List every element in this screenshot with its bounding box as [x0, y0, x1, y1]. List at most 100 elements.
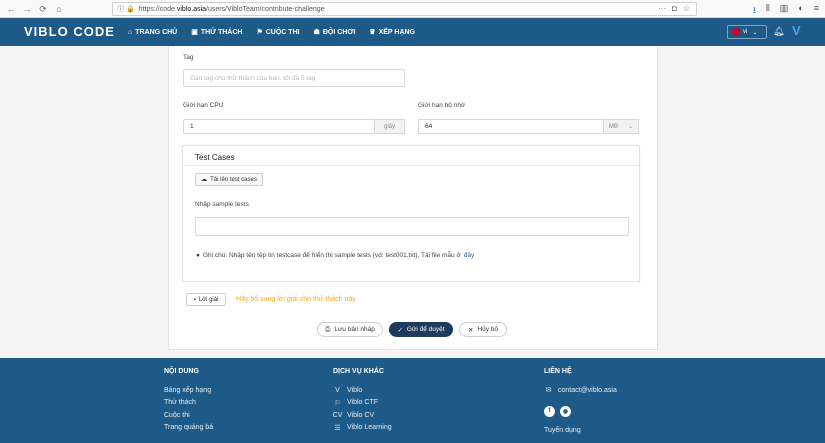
footer-link-viblo[interactable]: V Viblo [333, 384, 392, 397]
footer-link-contests[interactable]: Cuộc thi [164, 409, 213, 422]
save-draft-label: Lưu bản nháp [334, 326, 375, 333]
viblo-code-logo[interactable]: VIBLO CODE [24, 24, 115, 39]
nav-ranking-label: XẾP HẠNG [378, 28, 415, 36]
team-icon: ☗ [313, 29, 320, 36]
sample-tests-input[interactable] [195, 217, 629, 236]
viblo-label: Viblo [347, 386, 363, 394]
nav-home[interactable]: ⌂ TRANG CHỦ [128, 29, 177, 36]
footer-content-column: NỘI DUNG Bảng xếp hạng Thử thách Cuộc th… [164, 368, 213, 434]
cloud-upload-icon: ☁ [201, 177, 208, 183]
tag-label: Tag [183, 54, 194, 61]
submit-review-label: Gửi để duyệt [406, 326, 445, 333]
test-cases-title: Test Cases [195, 153, 235, 162]
draft-icon: ⎙ [325, 325, 331, 333]
cancel-label: Hủy bỏ [477, 326, 499, 333]
cancel-button[interactable]: ✕ Hủy bỏ [459, 322, 507, 337]
url-path: /users/VibloTeam/contribute-challenge [206, 5, 325, 13]
vietnam-flag-icon [732, 28, 740, 36]
footer-link-challenges[interactable]: Thử thách [164, 397, 213, 410]
lock-icon: 🔒 [126, 6, 135, 13]
ranking-icon: ♛ [369, 29, 376, 36]
footer-link-viblo-cv[interactable]: CV Viblo CV [333, 409, 392, 422]
nav-teams[interactable]: ☗ ĐỘI CHƠI [313, 28, 356, 37]
main-nav: ⌂ TRANG CHỦ ▣ THỬ THÁCH ⚑ CUỘC THI ☗ ĐỘI CHƠ… [128, 18, 415, 46]
footer-link-careers[interactable]: Tuyển dụng [544, 425, 617, 438]
footer-contact-column: LIÊN HỆ ✉ contact@viblo.asia f ◉ Tuyển dụ… [544, 368, 617, 437]
upload-test-cases-button[interactable]: ☁ Tải lên test cases [195, 173, 263, 186]
app-navbar: VIBLO CODE ⌂ TRANG CHỦ ▣ THỬ THÁCH ⚑ CUỘC T… [0, 18, 825, 46]
footer-services-column: DỊCH VỤ KHÁC V Viblo ⚐ Viblo CTF CV Viblo C… [333, 368, 392, 434]
nav-teams-label: ĐỘI CHƠI [322, 28, 356, 36]
memory-unit-select[interactable]: MB ⌄ [604, 119, 639, 134]
home-icon: ⌂ [128, 28, 133, 36]
back-icon[interactable]: ← [4, 2, 18, 16]
solution-hint: Hãy bổ sung lời giải cho thử thách này [236, 296, 356, 303]
site-info-icon[interactable]: ⓘ [117, 4, 124, 14]
contribute-form-card: Tag Gán tag cho thử thách của bạn, tối đ… [168, 46, 658, 350]
sample-tests-note: ● Ghi chú: Nhập tên tệp tin testcase để … [196, 252, 474, 259]
code-icon: ▣ [191, 29, 198, 36]
nav-contests-label: CUỘC THI [265, 28, 300, 36]
viblo-logo-icon[interactable]: V [792, 23, 801, 38]
notification-bell-icon[interactable]: 🔔︎ [773, 26, 784, 37]
browser-toolbar: ← → ⟳ ⌂ ⓘ 🔒 https://code.viblo.asia/user… [0, 0, 825, 18]
sample-tests-label: Nhập sample tests [195, 201, 249, 208]
download-icon[interactable]: ⭳ [753, 3, 756, 19]
briefcase-icon: ▪ [193, 296, 196, 303]
chevron-down-icon: ⌄ [752, 29, 758, 36]
footer-link-viblo-ctf[interactable]: ⚐ Viblo CTF [333, 397, 392, 410]
reload-icon[interactable]: ⟳ [36, 2, 50, 16]
viblo-learning-label: Viblo Learning [347, 424, 392, 432]
facebook-icon[interactable]: f [544, 405, 555, 417]
hamburger-menu-icon[interactable]: ≡ [814, 3, 819, 19]
nav-contests[interactable]: ⚑ CUỘC THI [256, 28, 300, 37]
nav-ranking[interactable]: ♛ XẾP HẠNG [369, 28, 415, 37]
nav-challenges[interactable]: ▣ THỬ THÁCH [191, 28, 243, 37]
trophy-icon: ⚑ [256, 29, 263, 36]
site-footer: NỘI DUNG Bảng xếp hạng Thử thách Cuộc th… [0, 358, 825, 443]
sidebar-icon[interactable]: ▥ [780, 3, 789, 19]
footer-content-heading: NỘI DUNG [164, 368, 199, 375]
cpu-limit-input[interactable]: 1 [183, 119, 375, 134]
save-draft-button[interactable]: ⎙ Lưu bản nháp [317, 322, 383, 337]
close-icon: ✕ [467, 326, 474, 334]
footer-link-leaderboard[interactable]: Bảng xếp hạng [164, 384, 213, 397]
library-icon[interactable]: ⫴ [766, 3, 770, 19]
footer-services-heading: DỊCH VỤ KHÁC [333, 368, 384, 375]
address-bar[interactable]: ⓘ 🔒 https://code.viblo.asia/users/VibloT… [112, 2, 697, 16]
upload-test-cases-label: Tải lên test cases [210, 176, 257, 183]
url-domain: viblo.asia [176, 5, 207, 13]
footer-link-promo[interactable]: Trang quảng bá [164, 422, 213, 435]
bookmark-star-icon[interactable]: ☆ [683, 4, 690, 13]
nav-challenges-label: THỬ THÁCH [200, 28, 243, 36]
sample-file-link[interactable]: đây [464, 252, 474, 259]
forward-icon[interactable]: → [20, 2, 34, 16]
social-links: f ◉ [544, 405, 617, 417]
learning-icon: ☰ [334, 424, 341, 432]
divider [183, 165, 639, 166]
footer-link-viblo-learning[interactable]: ☰ Viblo Learning [333, 422, 392, 435]
memory-unit-label: MB [609, 123, 618, 130]
tag-input[interactable]: Gán tag cho thử thách của bạn, tối đa 5 … [183, 69, 405, 87]
memory-limit-input[interactable]: 64 [418, 119, 604, 134]
pocket-icon[interactable]: ◘ [672, 4, 677, 13]
submit-review-button[interactable]: ✓ Gửi để duyệt [389, 322, 453, 337]
cpu-limit-label: Giới hạn CPU [183, 102, 224, 109]
memory-limit-label: Giới hạn bộ nhớ [418, 102, 466, 109]
contact-email-label: contact@viblo.asia [558, 386, 617, 394]
check-icon: ✓ [397, 326, 403, 334]
language-select[interactable]: vi ⌄ [727, 25, 767, 39]
home-browser-icon[interactable]: ⌂ [52, 2, 66, 16]
viblo-icon: V [335, 386, 340, 394]
cpu-unit: giây [375, 119, 405, 134]
footer-contact-heading: LIÊN HỆ [544, 368, 572, 375]
url-prefix: https://code. [138, 5, 177, 13]
reader-icon[interactable]: ◐ [798, 3, 803, 19]
language-label: vi [743, 29, 748, 35]
github-icon[interactable]: ◉ [560, 405, 571, 417]
page-actions-icon[interactable]: ··· [658, 4, 666, 13]
solution-button[interactable]: ▪ Lời giải [186, 293, 226, 306]
footer-contact-email[interactable]: ✉ contact@viblo.asia [544, 384, 617, 397]
chevron-down-icon: ⌄ [627, 124, 633, 130]
url-text: https://code.viblo.asia/users/VibloTeam/… [139, 6, 325, 13]
